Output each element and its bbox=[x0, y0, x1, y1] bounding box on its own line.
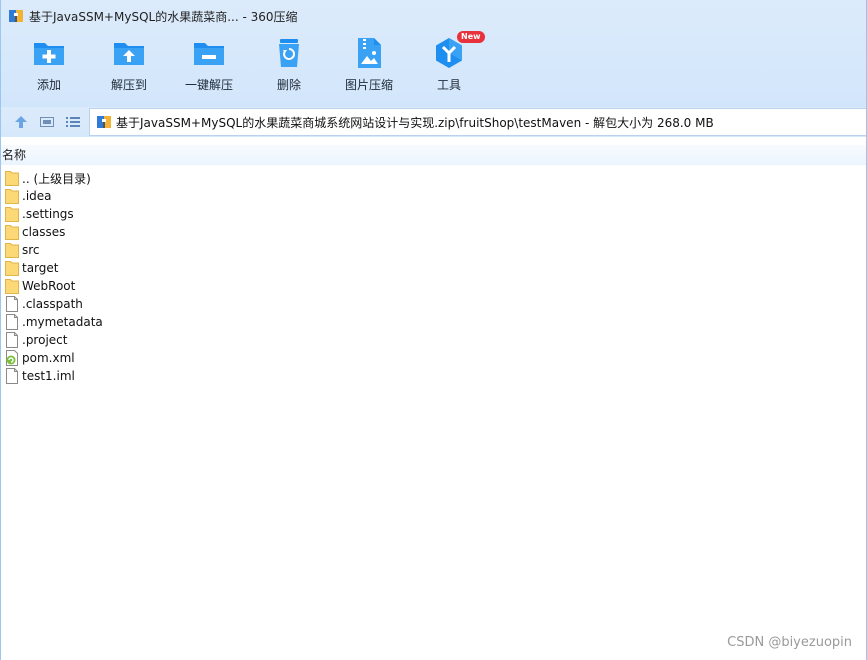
list-item[interactable]: target bbox=[1, 259, 866, 277]
list-item[interactable]: WebRoot bbox=[1, 277, 866, 295]
folder-icon bbox=[5, 224, 19, 240]
window-title: 基于JavaSSM+MySQL的水果蔬菜商... - 360压缩 bbox=[29, 9, 298, 24]
one-click-extract-label: 一键解压 bbox=[184, 78, 233, 92]
navigation-bar: 基于JavaSSM+MySQL的水果蔬菜商城系统网站设计与实现.zip\frui… bbox=[1, 107, 866, 137]
list-item[interactable]: src bbox=[1, 241, 866, 259]
one-click-extract-button[interactable]: 一键解压 bbox=[169, 36, 249, 100]
file-list: .. (上级目录) .idea .settings classes src target W… bbox=[1, 169, 866, 385]
folder-icon bbox=[5, 188, 19, 204]
list-item[interactable]: .idea bbox=[1, 187, 866, 205]
image-compress-button[interactable]: 图片压缩 bbox=[329, 36, 409, 100]
extract-to-label: 解压到 bbox=[110, 78, 147, 92]
folder-icon bbox=[5, 206, 19, 222]
list-item[interactable]: pom.xml bbox=[1, 349, 866, 367]
top-area: 基于JavaSSM+MySQL的水果蔬菜商... - 360压缩 添加 解压到 … bbox=[1, 0, 866, 107]
list-item-name: .mymetadata bbox=[22, 315, 103, 329]
folder-icon bbox=[5, 278, 19, 294]
list-item-name: src bbox=[22, 243, 40, 257]
list-item[interactable]: .project bbox=[1, 331, 866, 349]
image-compress-label: 图片压缩 bbox=[344, 78, 393, 92]
list-item[interactable]: classes bbox=[1, 223, 866, 241]
file-icon bbox=[5, 296, 19, 312]
up-arrow-icon[interactable] bbox=[13, 114, 29, 130]
list-view-icon[interactable] bbox=[65, 114, 81, 130]
list-item[interactable]: .mymetadata bbox=[1, 313, 866, 331]
list-item[interactable]: .classpath bbox=[1, 295, 866, 313]
list-item-name: pom.xml bbox=[22, 351, 75, 365]
archive-icon bbox=[9, 10, 23, 22]
list-item-name: WebRoot bbox=[22, 279, 76, 293]
folder-icon bbox=[5, 260, 19, 276]
list-item-name: .. (上级目录) bbox=[22, 171, 91, 186]
file-icon bbox=[5, 314, 19, 330]
thumbnail-view-icon[interactable] bbox=[39, 114, 55, 130]
list-item-name: .classpath bbox=[22, 297, 83, 311]
delete-button[interactable]: 删除 bbox=[249, 36, 329, 100]
list-item-name: classes bbox=[22, 225, 66, 239]
watermark: CSDN @biyezuopin bbox=[727, 635, 852, 650]
add-button[interactable]: 添加 bbox=[9, 36, 89, 100]
list-item-name: .idea bbox=[22, 189, 52, 203]
tools-button[interactable]: New 工具 bbox=[409, 31, 489, 100]
address-path: 基于JavaSSM+MySQL的水果蔬菜商城系统网站设计与实现.zip\frui… bbox=[116, 115, 714, 130]
extract-to-icon bbox=[114, 43, 144, 65]
app-window: 基于JavaSSM+MySQL的水果蔬菜商... - 360压缩 添加 解压到 … bbox=[0, 0, 867, 660]
list-item[interactable]: .. (上级目录) bbox=[1, 169, 866, 187]
list-item-name: .settings bbox=[22, 207, 74, 221]
add-label: 添加 bbox=[36, 78, 61, 92]
folder-icon bbox=[5, 242, 19, 258]
toolbar: 添加 解压到 一键解压 删除 图片压缩 New 工具 bbox=[9, 31, 489, 100]
folder-icon bbox=[5, 170, 19, 186]
add-folder-icon bbox=[34, 43, 64, 65]
tools-label: 工具 bbox=[436, 78, 461, 92]
title-bar: 基于JavaSSM+MySQL的水果蔬菜商... - 360压缩 bbox=[1, 0, 866, 32]
list-item-name: target bbox=[22, 261, 59, 275]
image-compress-icon bbox=[358, 38, 381, 68]
file-icon bbox=[5, 332, 19, 348]
new-badge: New bbox=[457, 31, 485, 43]
list-item[interactable]: test1.iml bbox=[1, 367, 866, 385]
xml-file-icon bbox=[5, 350, 19, 366]
archive-icon bbox=[97, 116, 111, 128]
delete-label: 删除 bbox=[276, 78, 301, 92]
extract-to-button[interactable]: 解压到 bbox=[89, 36, 169, 100]
list-item-name: .project bbox=[22, 333, 68, 347]
file-icon bbox=[5, 368, 19, 384]
address-bar[interactable]: 基于JavaSSM+MySQL的水果蔬菜商城系统网站设计与实现.zip\frui… bbox=[89, 108, 866, 136]
one-click-extract-icon bbox=[194, 43, 224, 65]
recycle-bin-icon bbox=[279, 39, 299, 67]
list-item[interactable]: .settings bbox=[1, 205, 866, 223]
list-item-name: test1.iml bbox=[22, 369, 75, 383]
column-header-name[interactable]: 名称 bbox=[1, 145, 866, 165]
